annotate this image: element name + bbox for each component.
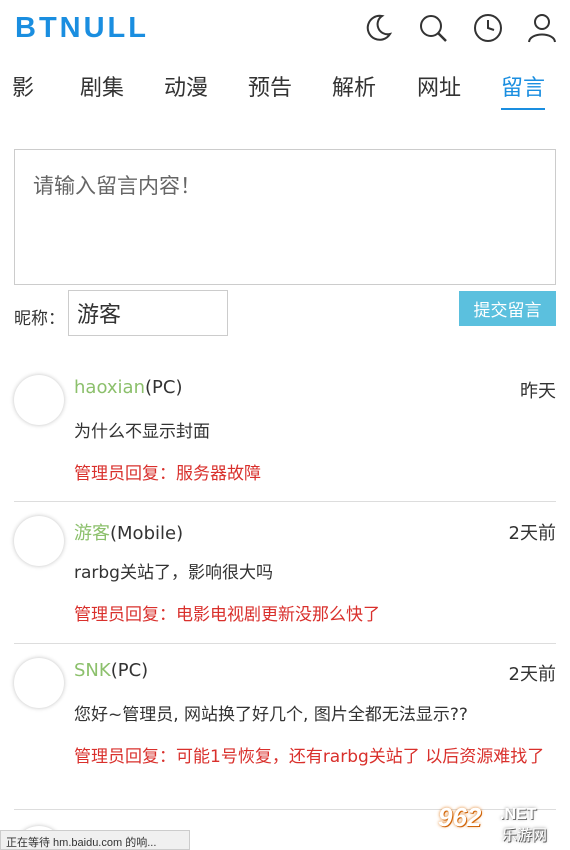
- moon-icon[interactable]: [362, 12, 394, 44]
- clock-icon[interactable]: [472, 12, 504, 44]
- comment-device: (PC): [145, 377, 183, 398]
- message-input[interactable]: [15, 150, 555, 284]
- comment-username[interactable]: 游客: [74, 523, 110, 544]
- comment-device: (Mobile): [110, 523, 184, 544]
- search-icon[interactable]: [417, 12, 449, 44]
- nav-item-series[interactable]: 剧集: [80, 70, 124, 102]
- comment-time: 2天前: [508, 523, 556, 544]
- comment-item: 游客(Mobile) 2天前 rarbg关站了，影响很大吗 管理员回复：电影电视…: [14, 502, 556, 644]
- user-icon[interactable]: [526, 12, 558, 44]
- comment-device: (PC): [110, 660, 149, 681]
- site-logo[interactable]: BTNULL: [15, 12, 149, 45]
- site-watermark: 962 .NET 乐游网: [428, 800, 568, 848]
- nav-item-trailer[interactable]: 预告: [248, 70, 292, 102]
- avatar: [14, 516, 64, 566]
- browser-status-bar: 正在等待 hm.baidu.com 的响...: [0, 830, 190, 850]
- comment-username[interactable]: SNK: [74, 660, 111, 681]
- admin-reply: 管理员回复：可能1号恢复，还有rarbg关站了 以后资源难找了: [74, 747, 545, 767]
- watermark-number: 962: [438, 802, 482, 832]
- header: BTNULL: [0, 0, 570, 62]
- comment-author: haoxian(PC): [74, 377, 182, 398]
- nav-item-guestbook[interactable]: 留言: [501, 70, 546, 110]
- nav-item-anime[interactable]: 动漫: [164, 70, 208, 102]
- watermark-cn: 乐游网: [502, 826, 548, 844]
- nav-item-urls[interactable]: 网址: [417, 70, 461, 102]
- comment-username[interactable]: haoxian: [74, 377, 145, 398]
- comment-item: SNK(PC) 2天前 您好~管理员, 网站换了好几个, 图片全都无法显示?? …: [14, 644, 556, 810]
- nav-item-movie[interactable]: 影: [12, 70, 34, 102]
- nickname-input[interactable]: [68, 290, 228, 336]
- nav-item-analysis[interactable]: 解析: [332, 70, 376, 102]
- admin-reply: 管理员回复：电影电视剧更新没那么快了: [74, 605, 380, 625]
- comment-author: SNK(PC): [74, 660, 148, 681]
- category-nav: 影 剧集 动漫 预告 解析 网址 留言: [0, 62, 570, 112]
- comment-item: haoxian(PC) 昨天 为什么不显示封面 管理员回复：服务器故障: [14, 372, 556, 502]
- comment-time: 昨天: [520, 381, 556, 402]
- comment-text: 您好~管理员, 网站换了好几个, 图片全都无法显示??: [74, 705, 468, 725]
- admin-reply: 管理员回复：服务器故障: [74, 464, 261, 484]
- watermark-net: .NET: [500, 806, 537, 823]
- comment-text: 为什么不显示封面: [74, 422, 210, 442]
- avatar: [14, 658, 64, 708]
- message-box: [14, 149, 556, 285]
- comment-text: rarbg关站了，影响很大吗: [74, 563, 273, 583]
- avatar: [14, 375, 64, 425]
- comment-author: 游客(Mobile): [74, 519, 183, 545]
- comment-time: 2天前: [508, 664, 556, 685]
- nickname-label: 昵称：: [14, 309, 65, 329]
- submit-button[interactable]: 提交留言: [459, 291, 556, 326]
